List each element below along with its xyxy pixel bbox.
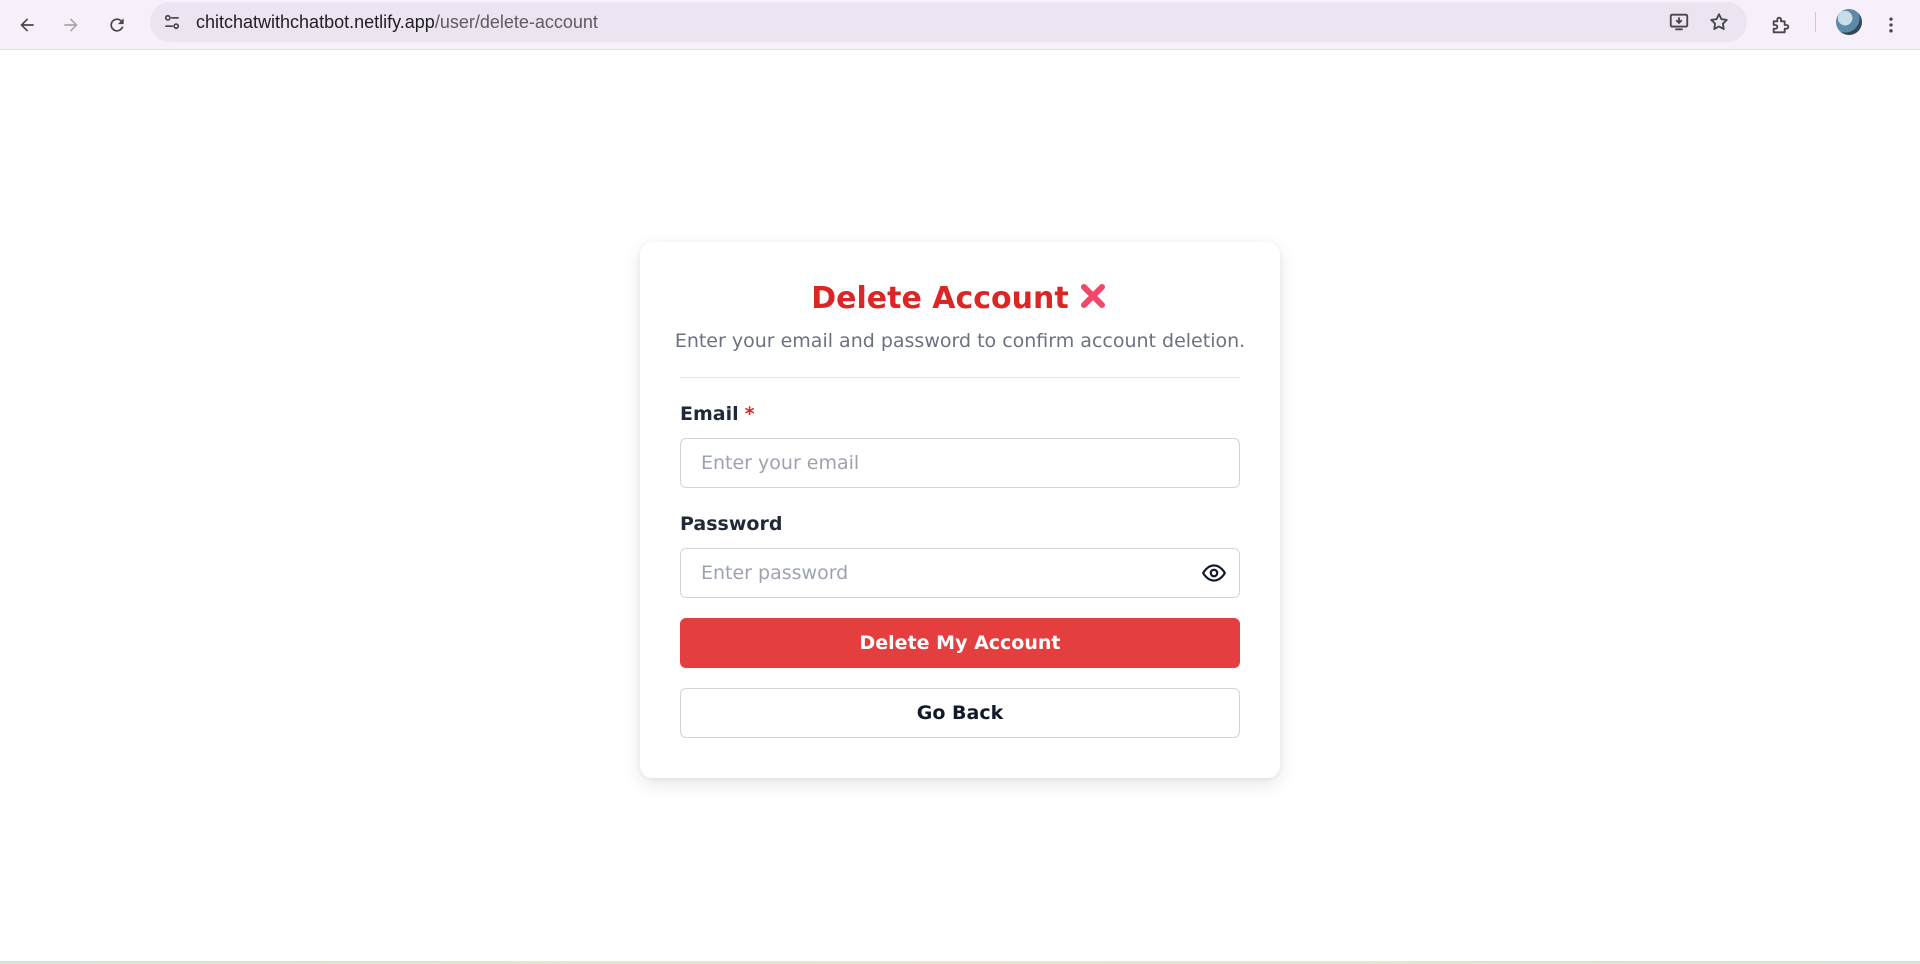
install-app-button[interactable] [1667,10,1691,34]
site-info-button[interactable] [160,10,184,34]
page-title-text: Delete Account [811,281,1069,316]
required-asterisk: * [744,403,755,425]
delete-account-button[interactable]: Delete My Account [680,618,1240,668]
address-bar[interactable]: chitchatwithchatbot.netlify.app/user/del… [150,2,1747,42]
url-host: chitchatwithchatbot.netlify.app [196,12,435,32]
reload-button[interactable] [99,7,135,43]
avatar[interactable] [1836,9,1862,35]
forward-button[interactable] [53,7,89,43]
puzzle-icon [1772,16,1790,34]
email-field[interactable] [680,438,1240,488]
arrow-left-icon [20,18,34,32]
star-icon [1710,13,1728,30]
url-text: chitchatwithchatbot.netlify.app/user/del… [196,12,598,33]
password-field[interactable] [680,548,1240,598]
eye-icon [1202,564,1226,582]
browser-toolbar: chitchatwithchatbot.netlify.app/user/del… [0,0,1920,50]
arrow-right-icon [64,18,78,32]
url-path: /user/delete-account [434,12,598,32]
page-title: Delete Account [640,280,1280,320]
cross-mark-icon [1077,280,1109,320]
bookmark-button[interactable] [1707,10,1731,34]
extensions-button[interactable] [1764,8,1798,42]
kebab-menu-icon [1889,17,1893,33]
password-label: Password [680,513,783,535]
install-app-icon [1669,13,1689,31]
go-back-button[interactable]: Go Back [680,688,1240,738]
delete-account-card: Delete Account Enter your email and pass… [640,242,1280,778]
tune-icon [164,14,180,30]
page-subtitle: Enter your email and password to confirm… [674,330,1246,352]
reload-icon [110,18,124,32]
toggle-password-visibility-button[interactable] [1200,560,1228,586]
browser-menu-button[interactable] [1874,8,1908,42]
email-label: Email * [680,403,755,425]
toolbar-divider [1815,12,1816,32]
divider [680,377,1240,378]
back-button[interactable] [9,7,45,43]
email-label-text: Email [680,403,739,425]
